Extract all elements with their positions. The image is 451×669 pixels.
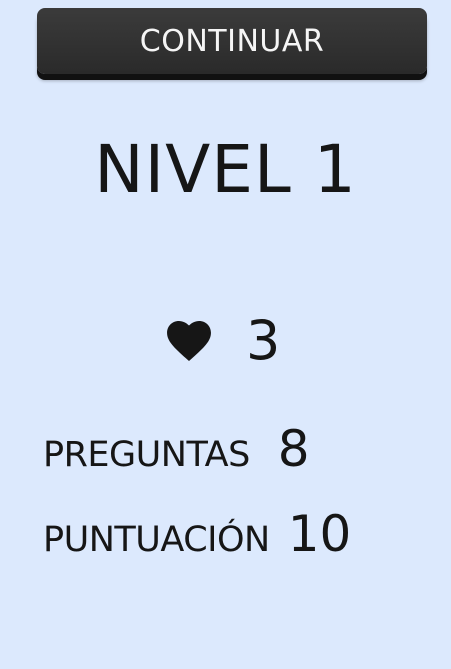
- lives-count: 3: [246, 309, 281, 372]
- questions-row: PREGUNTAS 8: [43, 420, 310, 478]
- lives-indicator: 3: [166, 306, 280, 376]
- questions-value: 8: [277, 420, 310, 478]
- questions-label: PREGUNTAS: [43, 435, 250, 475]
- level-title: NIVEL 1: [94, 131, 357, 208]
- continue-button[interactable]: CONTINUAR: [37, 8, 427, 74]
- score-label: PUNTUACIÓN: [43, 520, 270, 560]
- score-row: PUNTUACIÓN 10: [43, 505, 351, 563]
- score-value: 10: [287, 505, 352, 563]
- heart-icon: [167, 320, 211, 362]
